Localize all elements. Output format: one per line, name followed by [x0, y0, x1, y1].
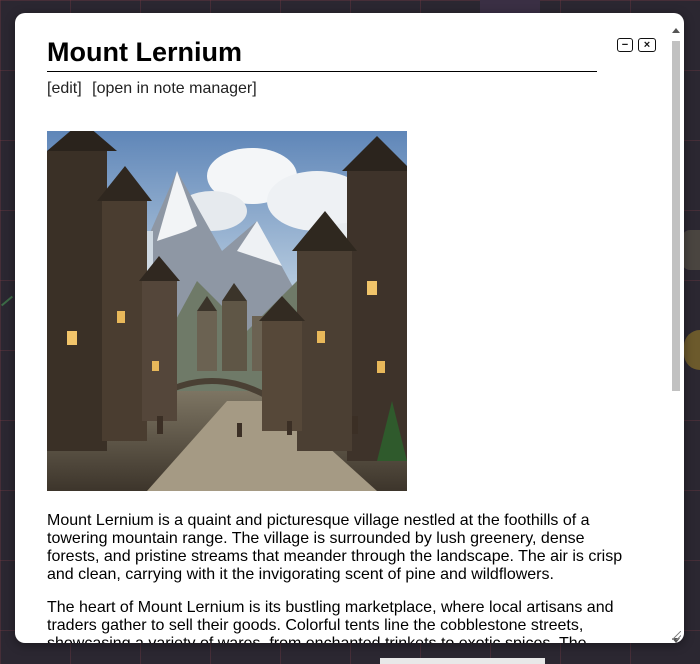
note-title: Mount Lernium [47, 35, 597, 72]
vertical-scrollbar[interactable] [670, 28, 682, 643]
map-token [480, 0, 540, 14]
scroll-up-icon[interactable] [672, 28, 680, 33]
close-icon: × [643, 38, 651, 51]
note-content: Mount Lernium [edit] [open in note manag… [47, 35, 637, 643]
note-links: [edit] [open in note manager] [47, 80, 637, 98]
minimize-icon: − [621, 38, 629, 51]
note-paragraph: The heart of Mount Lernium is its bustli… [47, 599, 614, 643]
map-element [380, 658, 545, 664]
close-button[interactable]: × [638, 38, 656, 52]
edit-link[interactable]: [edit] [47, 80, 82, 97]
scroll-thumb[interactable] [672, 41, 680, 391]
minimize-button[interactable]: − [617, 38, 633, 52]
village-illustration [47, 131, 407, 491]
note-dialog: Mount Lernium [edit] [open in note manag… [15, 13, 684, 643]
resize-grip-icon[interactable] [672, 631, 681, 640]
note-paragraph: Mount Lernium is a quaint and picturesqu… [47, 512, 623, 583]
note-body: Mount Lernium is a quaint and picturesqu… [47, 512, 627, 643]
map-token [682, 230, 700, 270]
open-in-note-manager-link[interactable]: [open in note manager] [92, 80, 257, 97]
